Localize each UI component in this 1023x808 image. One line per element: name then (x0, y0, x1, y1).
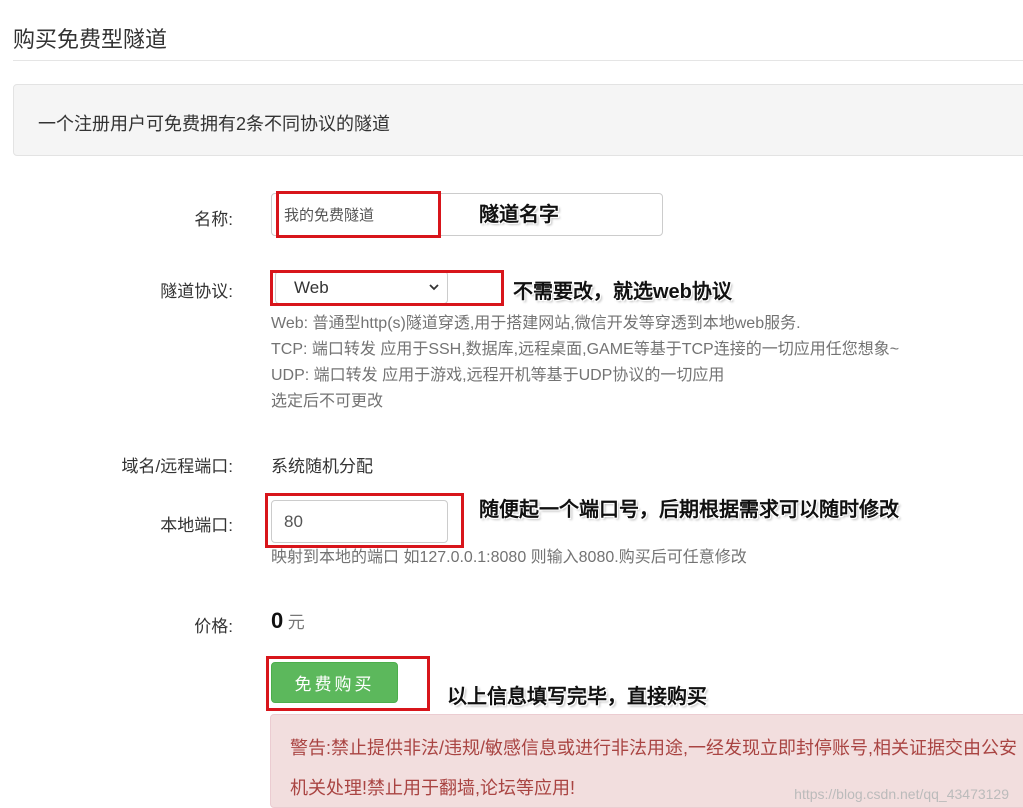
title-divider (13, 60, 1023, 61)
price-unit: 元 (287, 613, 305, 632)
annotation-box-protocol (270, 270, 504, 306)
protocol-label: 隧道协议: (160, 282, 233, 301)
help-tcp: TCP: 端口转发 应用于SSH,数据库,远程桌面,GAME等基于TCP连接的一… (271, 341, 900, 358)
price-value: 0 (271, 608, 284, 633)
local-port-help: 映射到本地的端口 如127.0.0.1:8080 则输入8080.购买后可任意修… (271, 549, 747, 566)
page-title: 购买免费型隧道 (13, 27, 168, 52)
annotation-box-name (276, 191, 441, 238)
annotation-box-buy (266, 656, 430, 711)
price: 0 元 (271, 608, 305, 634)
domain-value: 系统随机分配 (271, 457, 373, 476)
annotation-buy: 以上信息填写完毕，直接购买 (447, 686, 707, 708)
local-port-label: 本地端口: (160, 516, 233, 535)
domain-label: 域名/远程端口: (121, 457, 233, 476)
name-label: 名称: (194, 210, 233, 229)
help-note: 选定后不可更改 (271, 393, 384, 410)
help-udp: UDP: 端口转发 应用于游戏,远程开机等基于UDP协议的一切应用 (271, 367, 725, 384)
annotation-port: 随便起一个端口号，后期根据需求可以随时修改 (479, 499, 899, 521)
annotation-box-port (265, 493, 464, 548)
annotation-name: 隧道名字 (479, 204, 559, 226)
protocol-help: Web: 普通型http(s)隧道穿透,用于搭建网站,微信开发等穿透到本地web… (271, 311, 1011, 415)
annotation-protocol: 不需要改，就选web协议 (513, 281, 732, 303)
price-label: 价格: (194, 617, 233, 636)
help-web: Web: 普通型http(s)隧道穿透,用于搭建网站,微信开发等穿透到本地web… (271, 315, 801, 332)
watermark: https://blog.csdn.net/qq_43473129 (794, 786, 1009, 802)
notice-text: 一个注册用户可免费拥有2条不同协议的隧道 (38, 114, 391, 134)
